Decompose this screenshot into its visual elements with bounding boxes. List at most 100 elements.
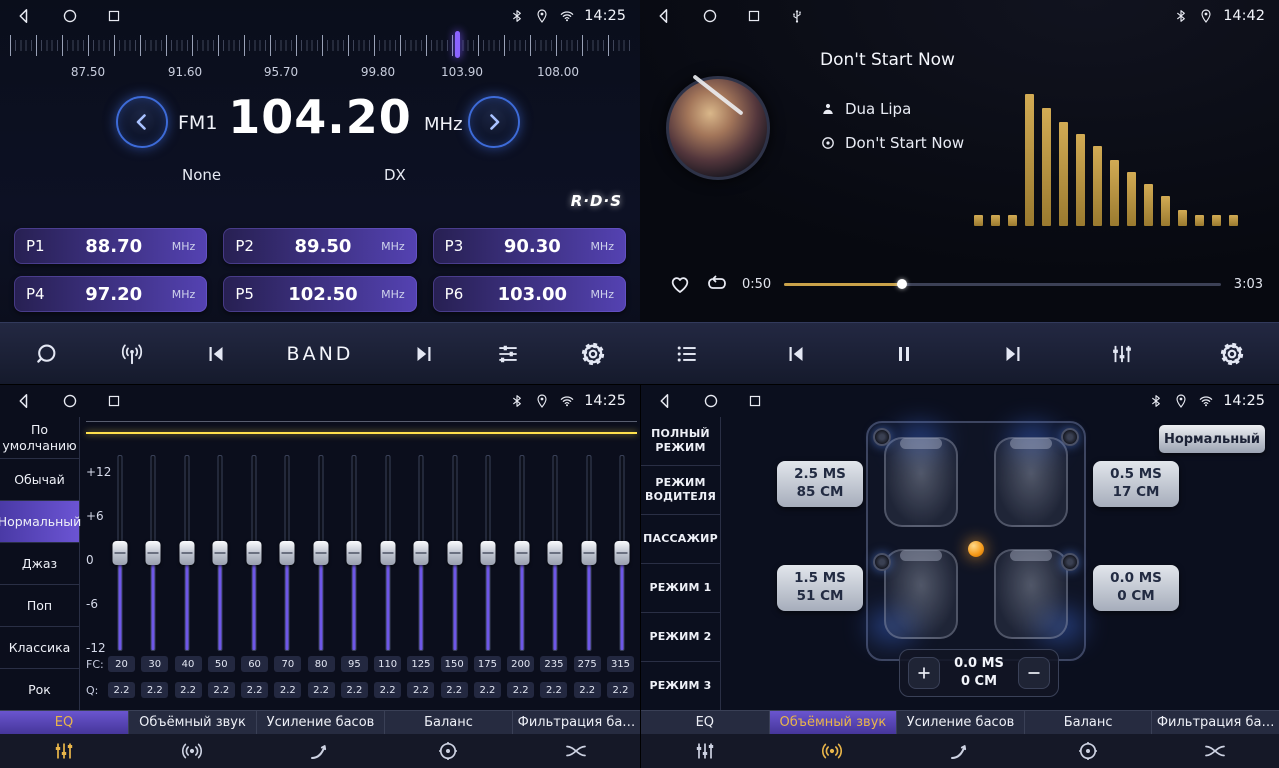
slider-knob[interactable] bbox=[146, 541, 161, 565]
slider-knob[interactable] bbox=[615, 541, 630, 565]
seek-up-button[interactable] bbox=[468, 96, 520, 148]
eq-band-slider[interactable] bbox=[112, 455, 127, 651]
delay-rear-left[interactable]: 1.5 MS 51 CM bbox=[777, 565, 863, 611]
eq-preset-rock[interactable]: Рок bbox=[0, 669, 79, 710]
eq-preset-default[interactable]: По умолчанию bbox=[0, 417, 79, 459]
slider-knob[interactable] bbox=[179, 541, 194, 565]
mode-driver[interactable]: РЕЖИМ ВОДИТЕЛЯ bbox=[641, 466, 720, 515]
eq-band-slider[interactable] bbox=[313, 455, 328, 651]
increase-button[interactable] bbox=[908, 657, 940, 689]
seek-bar[interactable] bbox=[784, 283, 1221, 286]
eq-band-slider[interactable] bbox=[581, 455, 596, 651]
eq-band-slider[interactable] bbox=[548, 455, 563, 651]
band-button[interactable]: BAND bbox=[287, 343, 354, 365]
slider-knob[interactable] bbox=[280, 541, 295, 565]
recents-icon[interactable] bbox=[106, 8, 122, 24]
sound-preset-button[interactable]: Нормальный bbox=[1159, 425, 1265, 453]
home-icon[interactable] bbox=[61, 392, 79, 410]
slider-knob[interactable] bbox=[380, 541, 395, 565]
slider-knob[interactable] bbox=[514, 541, 529, 565]
home-icon[interactable] bbox=[702, 392, 720, 410]
back-icon[interactable] bbox=[14, 391, 34, 411]
preset-button-p2[interactable]: P2 89.50 MHz bbox=[223, 228, 416, 264]
seek-down-button[interactable] bbox=[116, 96, 168, 148]
eq-preset-classic[interactable]: Классика bbox=[0, 627, 79, 669]
pause-button[interactable] bbox=[892, 342, 916, 366]
eq-band-slider[interactable] bbox=[280, 455, 295, 651]
listening-position-marker[interactable] bbox=[968, 541, 984, 557]
tab-filter[interactable]: Фильтрация ба… bbox=[512, 710, 640, 768]
equalizer-button[interactable] bbox=[495, 341, 521, 367]
tab-bass-boost[interactable]: Усиление басов bbox=[256, 710, 384, 768]
tab-filter[interactable]: Фильтрация ба… bbox=[1151, 710, 1279, 768]
tab-balance[interactable]: Баланс bbox=[384, 710, 512, 768]
eq-band-slider[interactable] bbox=[179, 455, 194, 651]
tab-surround[interactable]: Объёмный звук bbox=[128, 710, 256, 768]
eq-band-slider[interactable] bbox=[481, 455, 496, 651]
mode-1[interactable]: РЕЖИМ 1 bbox=[641, 564, 720, 613]
slider-knob[interactable] bbox=[481, 541, 496, 565]
preset-button-p1[interactable]: P1 88.70 MHz bbox=[14, 228, 207, 264]
tab-eq[interactable]: EQ bbox=[641, 710, 769, 768]
settings-button[interactable] bbox=[580, 341, 606, 367]
next-station-button[interactable] bbox=[412, 342, 436, 366]
tab-surround[interactable]: Объёмный звук bbox=[769, 710, 897, 768]
eq-band-slider[interactable] bbox=[514, 455, 529, 651]
frequency-scale[interactable]: 87.50 91.60 95.70 99.80 103.90 108.00 bbox=[0, 33, 640, 85]
eq-preset-normal[interactable]: Нормальный bbox=[0, 501, 79, 543]
eq-band-slider[interactable] bbox=[246, 455, 261, 651]
recents-icon[interactable] bbox=[747, 393, 763, 409]
eq-band-slider[interactable] bbox=[414, 455, 429, 651]
back-icon[interactable] bbox=[655, 391, 675, 411]
slider-knob[interactable] bbox=[347, 541, 362, 565]
recents-icon[interactable] bbox=[746, 8, 762, 24]
slider-knob[interactable] bbox=[447, 541, 462, 565]
slider-knob[interactable] bbox=[548, 541, 563, 565]
decrease-button[interactable] bbox=[1018, 657, 1050, 689]
preset-button-p3[interactable]: P3 90.30 MHz bbox=[433, 228, 626, 264]
back-icon[interactable] bbox=[14, 6, 34, 26]
tab-bass-boost[interactable]: Усиление басов bbox=[896, 710, 1024, 768]
tab-balance[interactable]: Баланс bbox=[1024, 710, 1152, 768]
eq-band-slider[interactable] bbox=[615, 455, 630, 651]
mode-full[interactable]: ПОЛНЫЙ РЕЖИМ bbox=[641, 417, 720, 466]
preset-button-p6[interactable]: P6 103.00 MHz bbox=[433, 276, 626, 312]
delay-rear-right[interactable]: 0.0 MS 0 CM bbox=[1093, 565, 1179, 611]
recents-icon[interactable] bbox=[106, 393, 122, 409]
eq-band-slider[interactable] bbox=[347, 455, 362, 651]
eq-band-slider[interactable] bbox=[447, 455, 462, 651]
slider-knob[interactable] bbox=[313, 541, 328, 565]
preset-button-p4[interactable]: P4 97.20 MHz bbox=[14, 276, 207, 312]
stations-button[interactable] bbox=[119, 341, 145, 367]
slider-knob[interactable] bbox=[414, 541, 429, 565]
queue-button[interactable] bbox=[674, 341, 700, 367]
slider-knob[interactable] bbox=[213, 541, 228, 565]
favorite-button[interactable] bbox=[668, 272, 692, 296]
eq-band-slider[interactable] bbox=[146, 455, 161, 651]
preset-button-p5[interactable]: P5 102.50 MHz bbox=[223, 276, 416, 312]
back-icon[interactable] bbox=[654, 6, 674, 26]
repeat-button[interactable] bbox=[705, 272, 729, 296]
slider-knob[interactable] bbox=[246, 541, 261, 565]
settings-button[interactable] bbox=[1219, 341, 1245, 367]
previous-track-button[interactable] bbox=[784, 342, 808, 366]
progress-knob[interactable] bbox=[897, 279, 907, 289]
eq-preset-pop[interactable]: Поп bbox=[0, 585, 79, 627]
home-icon[interactable] bbox=[701, 7, 719, 25]
slider-knob[interactable] bbox=[112, 541, 127, 565]
mode-3[interactable]: РЕЖИМ 3 bbox=[641, 662, 720, 710]
equalizer-button[interactable] bbox=[1109, 341, 1135, 367]
home-icon[interactable] bbox=[61, 7, 79, 25]
mode-passenger[interactable]: ПАССАЖИР bbox=[641, 515, 720, 564]
scan-button[interactable] bbox=[34, 341, 60, 367]
mode-2[interactable]: РЕЖИМ 2 bbox=[641, 613, 720, 662]
previous-station-button[interactable] bbox=[204, 342, 228, 366]
slider-knob[interactable] bbox=[581, 541, 596, 565]
eq-band-slider[interactable] bbox=[380, 455, 395, 651]
eq-band-slider[interactable] bbox=[213, 455, 228, 651]
delay-front-right[interactable]: 0.5 MS 17 CM bbox=[1093, 461, 1179, 507]
tab-eq[interactable]: EQ bbox=[0, 710, 128, 768]
eq-preset-jazz[interactable]: Джаз bbox=[0, 543, 79, 585]
delay-front-left[interactable]: 2.5 MS 85 CM bbox=[777, 461, 863, 507]
next-track-button[interactable] bbox=[1001, 342, 1025, 366]
